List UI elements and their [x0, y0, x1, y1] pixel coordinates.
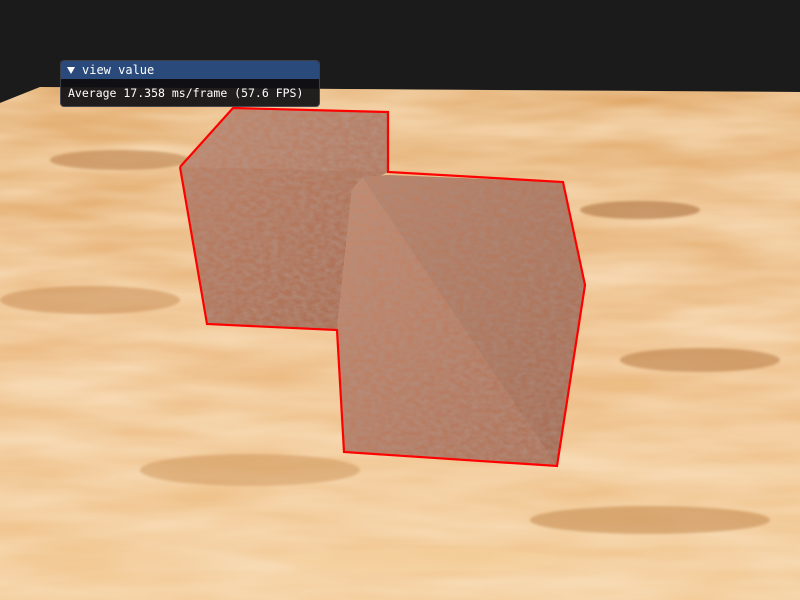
- game-viewport[interactable]: view value Average 17.358 ms/frame (57.6…: [0, 0, 800, 600]
- stats-window[interactable]: view value Average 17.358 ms/frame (57.6…: [60, 60, 320, 107]
- stats-window-titlebar[interactable]: view value: [61, 61, 319, 79]
- triangle-down-icon[interactable]: [67, 66, 75, 74]
- stats-window-title: view value: [82, 63, 155, 77]
- brick-cube-front[interactable]: [330, 170, 595, 475]
- frame-time-text: Average 17.358 ms/frame (57.6 FPS): [68, 86, 304, 100]
